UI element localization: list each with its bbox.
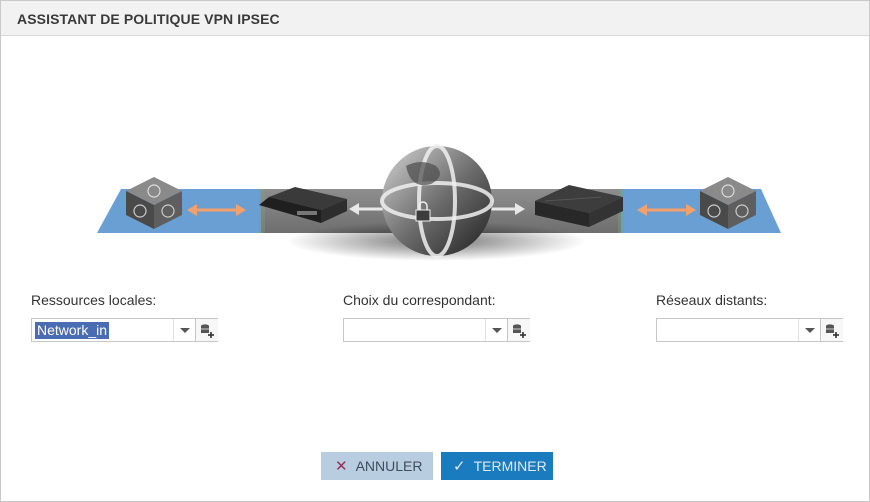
internet-globe-lock-icon [380,144,494,258]
add-object-icon [513,324,526,338]
peer-add-object-button[interactable] [507,319,530,341]
cancel-button[interactable]: ✕ ANNULER [321,452,433,480]
add-object-icon [201,324,214,338]
peer-choice-label: Choix du correspondant: [343,292,496,308]
check-icon: ✓ [453,458,466,475]
finish-button[interactable]: ✓ TERMINER [441,452,553,480]
local-resources-add-object-button[interactable] [195,319,218,341]
finish-button-label: TERMINER [473,458,547,474]
cancel-button-label: ANNULER [355,458,423,474]
remote-networks-label: Réseaux distants: [656,292,768,308]
peer-choice-combo[interactable] [343,318,530,342]
remote-networks-dropdown-icon[interactable] [798,319,821,341]
local-resources-label: Ressources locales: [31,292,157,308]
remote-add-object-button[interactable] [820,319,843,341]
local-resources-combo[interactable]: Network_in [31,318,218,342]
local-resources-dropdown-icon[interactable] [173,319,196,341]
add-object-icon [826,324,839,338]
close-icon: ✕ [335,458,348,475]
local-resources-value[interactable]: Network_in [35,322,110,339]
remote-networks-combo[interactable] [656,318,843,342]
vpn-topology-diagram [97,144,781,261]
peer-choice-dropdown-icon[interactable] [485,319,508,341]
vpn-wizard-dialog: ASSISTANT DE POLITIQUE VPN IPSEC Ressour… [0,0,870,502]
